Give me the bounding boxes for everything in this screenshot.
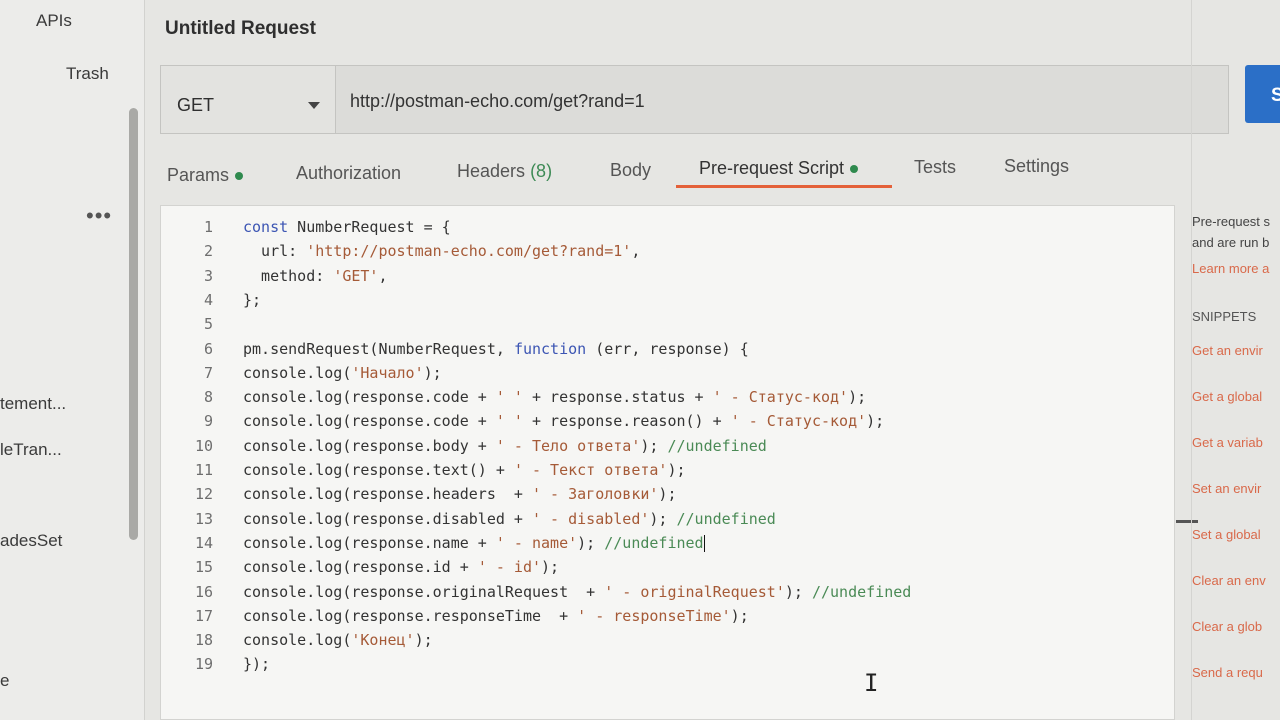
line-number: 16 — [194, 582, 213, 601]
sidebar-request-item[interactable]: adesSet — [0, 531, 62, 551]
status-dot-icon — [235, 172, 244, 181]
code-text: console.log(response.headers + ' - Загол… — [243, 485, 677, 504]
line-number: 17 — [194, 606, 213, 625]
headers-count-badge: (8) — [530, 161, 553, 181]
sidebar-item-trash[interactable]: Trash — [66, 64, 109, 84]
sidebar-request-item[interactable]: e — [0, 671, 9, 691]
tab-tests[interactable]: Tests — [914, 157, 956, 178]
code-text: method: 'GET', — [243, 266, 388, 285]
line-number: 7 — [203, 363, 213, 382]
code-text: }); — [243, 655, 271, 674]
url-bar: GET http://postman-echo.com/get?rand=1 — [160, 65, 1229, 134]
code-text: console.log(response.text() + ' - Текст … — [243, 461, 686, 479]
tab-settings[interactable]: Settings — [1004, 156, 1069, 177]
snippet-link[interactable]: Set an envir — [1192, 481, 1261, 496]
snippet-link[interactable]: Get a variab — [1192, 435, 1263, 450]
line-number: 3 — [203, 266, 213, 285]
code-text: console.log(response.name + ' - name'); … — [243, 533, 705, 552]
snippet-link[interactable]: Send a requ — [1192, 665, 1263, 680]
sidebar-request-item[interactable]: leTran... — [0, 440, 62, 460]
code-text: console.log('Начало'); — [243, 363, 442, 382]
line-number: 19 — [194, 655, 213, 674]
text-cursor-icon: I — [864, 669, 879, 697]
chevron-down-icon — [308, 102, 320, 109]
tab-authorization[interactable]: Authorization — [296, 163, 401, 184]
text-caret — [703, 534, 705, 552]
line-number: 11 — [194, 461, 213, 479]
code-text: const NumberRequest = { — [243, 218, 451, 236]
line-number: 4 — [203, 290, 213, 309]
code-text: console.log(response.code + ' ' + respon… — [243, 388, 867, 407]
method-select[interactable]: GET — [161, 66, 336, 133]
tab-pre-request-script[interactable]: Pre-request Script — [699, 158, 859, 179]
more-options-icon[interactable]: ••• — [86, 203, 112, 229]
line-number: 18 — [194, 631, 213, 650]
line-number: 8 — [203, 388, 213, 407]
code-text: pm.sendRequest(NumberRequest, function (… — [243, 339, 749, 358]
snippet-link[interactable]: Get an envir — [1192, 343, 1263, 358]
sidebar-request-item[interactable]: tement... — [0, 394, 66, 414]
line-number: 6 — [203, 339, 213, 358]
snippet-link[interactable]: Set a global — [1192, 527, 1261, 542]
code-text: console.log(response.originalRequest + '… — [243, 582, 912, 601]
code-text: console.log('Конец'); — [243, 631, 433, 650]
request-title[interactable]: Untitled Request — [165, 18, 316, 40]
tab-body[interactable]: Body — [610, 160, 651, 181]
script-editor[interactable]: I 1 const NumberRequest = { 2 url: 'http:/… — [160, 205, 1198, 720]
method-label: GET — [177, 95, 215, 115]
learn-more-link[interactable]: Learn more a — [1192, 261, 1269, 276]
tab-headers[interactable]: Headers (8) — [457, 161, 552, 182]
snippets-heading: SNIPPETS — [1192, 309, 1257, 324]
line-number: 12 — [194, 485, 213, 504]
line-number: 14 — [194, 533, 213, 552]
panel-description: and are run b — [1192, 235, 1270, 250]
status-dot-icon — [850, 165, 859, 174]
snippet-link[interactable]: Clear an env — [1192, 573, 1266, 588]
code-text: console.log(response.responseTime + ' - … — [243, 606, 749, 625]
request-workspace: Untitled Request GET http://postman-echo… — [146, 0, 1280, 720]
snippets-panel: Pre-request s and are run b Learn more a… — [1191, 0, 1280, 720]
tab-params[interactable]: Params — [167, 165, 244, 186]
panel-description: Pre-request s — [1192, 214, 1271, 229]
line-number: 2 — [203, 242, 213, 261]
code-text: }; — [243, 290, 262, 309]
tab-label: Params — [167, 165, 230, 185]
snippet-link[interactable]: Get a global — [1192, 389, 1262, 404]
sidebar-item-apis[interactable]: APIs — [36, 11, 72, 31]
code-text: console.log(response.body + ' - Тело отв… — [243, 436, 767, 455]
url-input[interactable]: http://postman-echo.com/get?rand=1 — [336, 66, 1228, 133]
line-number: 5 — [203, 315, 213, 334]
tab-label: Pre-request Script — [699, 158, 845, 178]
sidebar: APIs Trash ••• tement... leTran... adesS… — [0, 0, 145, 720]
code-text: console.log(response.id + ' - id'); — [243, 558, 560, 577]
tab-label: Headers — [457, 161, 526, 181]
url-value: http://postman-echo.com/get?rand=1 — [350, 91, 645, 111]
snippet-link[interactable]: Clear a glob — [1192, 619, 1262, 634]
line-number: 15 — [194, 558, 213, 577]
sidebar-scrollbar[interactable] — [129, 108, 138, 540]
line-number: 13 — [194, 509, 213, 528]
line-number: 10 — [194, 436, 213, 455]
active-tab-indicator — [676, 185, 892, 188]
line-number: 1 — [203, 218, 213, 236]
line-number: 9 — [203, 412, 213, 431]
code-text: url: 'http://postman-echo.com/get?rand=1… — [243, 242, 641, 261]
code-text: console.log(response.code + ' ' + respon… — [243, 412, 885, 431]
code-text: console.log(response.disabled + ' - disa… — [243, 509, 776, 528]
